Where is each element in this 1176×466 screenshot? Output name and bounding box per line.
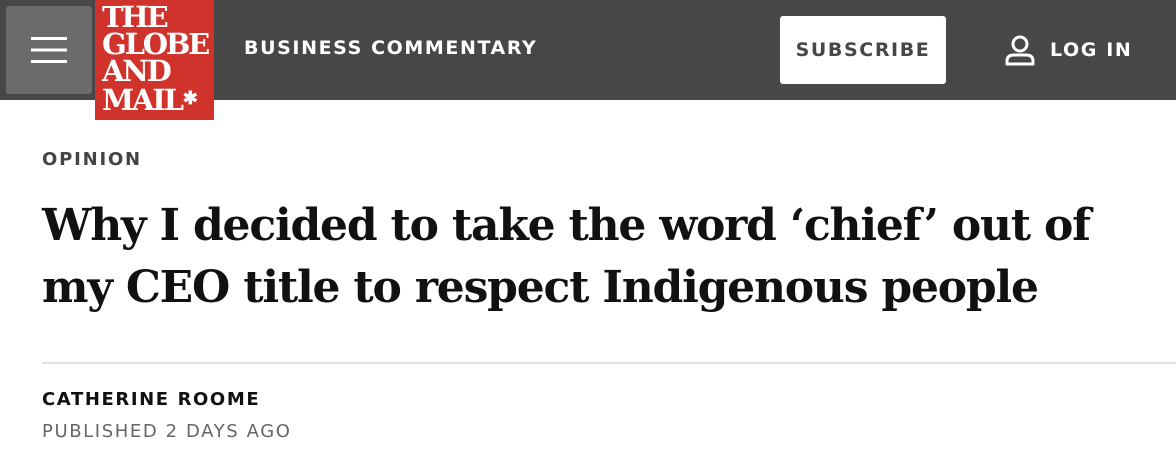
hamburger-menu-icon — [31, 37, 67, 63]
top-navigation-bar: THE GLOBE AND MAIL✱ BUSINESS COMMENTARY … — [0, 0, 1176, 120]
logo-line-4: MAIL✱ — [102, 83, 214, 117]
published-date: PUBLISHED 2 DAYS AGO — [42, 421, 292, 442]
opinion-kicker[interactable]: OPINION — [42, 149, 142, 170]
author-byline[interactable]: CATHERINE ROOME — [42, 389, 260, 410]
logo-line-3: AND — [102, 54, 172, 88]
divider — [42, 362, 1176, 364]
user-icon — [1004, 34, 1050, 66]
menu-button[interactable] — [6, 6, 92, 94]
article-headline: Why I decided to take the word ‘chief’ o… — [42, 200, 1091, 313]
login-button[interactable]: LOG IN — [1004, 33, 1132, 67]
subscribe-button[interactable]: SUBSCRIBE — [780, 16, 946, 84]
logo-line-4-text: MAIL — [102, 83, 184, 117]
login-label: LOG IN — [1050, 39, 1133, 61]
section-link[interactable]: BUSINESS COMMENTARY — [244, 37, 537, 59]
maple-leaf-icon: ✱ — [182, 88, 198, 109]
globe-and-mail-logo[interactable]: THE GLOBE AND MAIL✱ — [95, 0, 214, 120]
